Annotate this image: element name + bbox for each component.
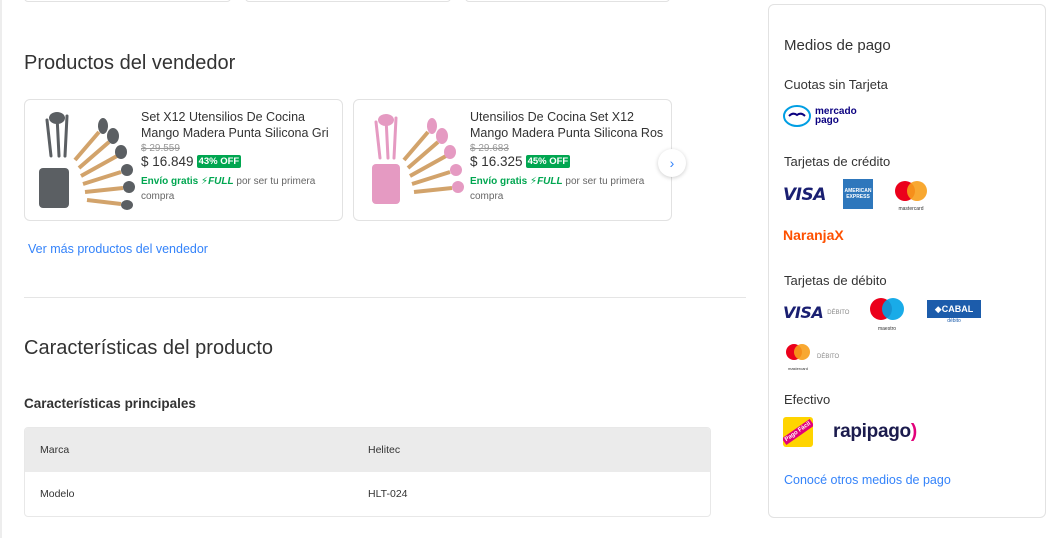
mastercard-debito-logo: mastercard DÉBITO — [783, 343, 839, 371]
payment-group-efectivo: Efectivo — [784, 392, 831, 407]
product-card[interactable]: Set X12 Utensilios De Cocina Mango Mader… — [24, 99, 343, 221]
product-old-price: $ 29.559 — [141, 143, 180, 154]
section-divider — [24, 297, 746, 298]
seller-products-title: Productos del vendedor — [24, 52, 236, 74]
payment-methods-title: Medios de pago — [784, 37, 891, 54]
top-card-1 — [24, 0, 231, 2]
main-characteristics-title: Características principales — [24, 396, 196, 411]
page-left-border — [0, 0, 2, 538]
amex-logo: AMERICAN EXPRESS — [843, 179, 873, 209]
rapipago-logo: rapipago) — [833, 421, 917, 442]
product-image — [362, 108, 466, 212]
discount-badge: 45% OFF — [525, 155, 571, 168]
maestro-logo: maestro — [867, 297, 907, 332]
spec-key: Modelo — [40, 488, 75, 500]
payment-group-cuotas: Cuotas sin Tarjeta — [784, 77, 888, 92]
payment-methods-panel: Medios de pago Cuotas sin Tarjeta mercad… — [768, 4, 1046, 518]
shipping-info: Envío gratis ⚡FULL por ser tu primera co… — [470, 176, 645, 202]
characteristics-title: Características del producto — [24, 337, 274, 359]
payment-group-debito: Tarjetas de débito — [784, 273, 887, 288]
top-card-3 — [465, 0, 670, 2]
spec-value: HLT-024 — [368, 488, 408, 500]
lightning-icon: ⚡ — [201, 176, 209, 187]
more-seller-products-link[interactable]: Ver más productos del vendedor — [28, 242, 208, 256]
naranjax-logo: NaranjaX — [783, 227, 844, 243]
shipping-info: Envío gratis ⚡FULL por ser tu primera co… — [141, 176, 316, 202]
spec-key: Marca — [40, 444, 70, 456]
product-price: $ 16.325 — [470, 154, 523, 169]
visa-debito-logo: VISA DÉBITO — [783, 303, 850, 322]
pagofacil-logo: Pago Fácil — [783, 417, 813, 447]
visa-logo: VISA — [783, 185, 826, 205]
cabal-logo: ◆ CABAL débito — [927, 300, 981, 326]
more-payment-methods-link[interactable]: Conocé otros medios de pago — [784, 473, 951, 487]
spec-table: Marca Helitec Modelo HLT-024 — [24, 427, 711, 517]
product-title: Utensilios De Cocina Set X12 Mango Mader… — [470, 110, 664, 140]
payment-group-credito: Tarjetas de crédito — [784, 154, 891, 169]
product-old-price: $ 29.683 — [470, 143, 509, 154]
handshake-icon — [783, 105, 811, 127]
product-image — [33, 108, 137, 212]
top-card-2 — [245, 0, 451, 2]
lightning-icon: ⚡ — [530, 176, 538, 187]
spec-value: Helitec — [368, 444, 401, 456]
discount-badge: 43% OFF — [196, 155, 242, 168]
carousel-next-button[interactable]: › — [658, 149, 686, 177]
mastercard-logo: mastercard — [891, 180, 931, 212]
product-title: Set X12 Utensilios De Cocina Mango Mader… — [141, 110, 329, 140]
mercadopago-logo: mercado pago — [783, 105, 857, 127]
product-card[interactable]: Utensilios De Cocina Set X12 Mango Mader… — [353, 99, 672, 221]
chevron-right-icon: › — [669, 155, 675, 171]
table-row: Modelo HLT-024 — [25, 472, 710, 516]
table-row: Marca Helitec — [25, 428, 710, 472]
product-price: $ 16.849 — [141, 154, 194, 169]
